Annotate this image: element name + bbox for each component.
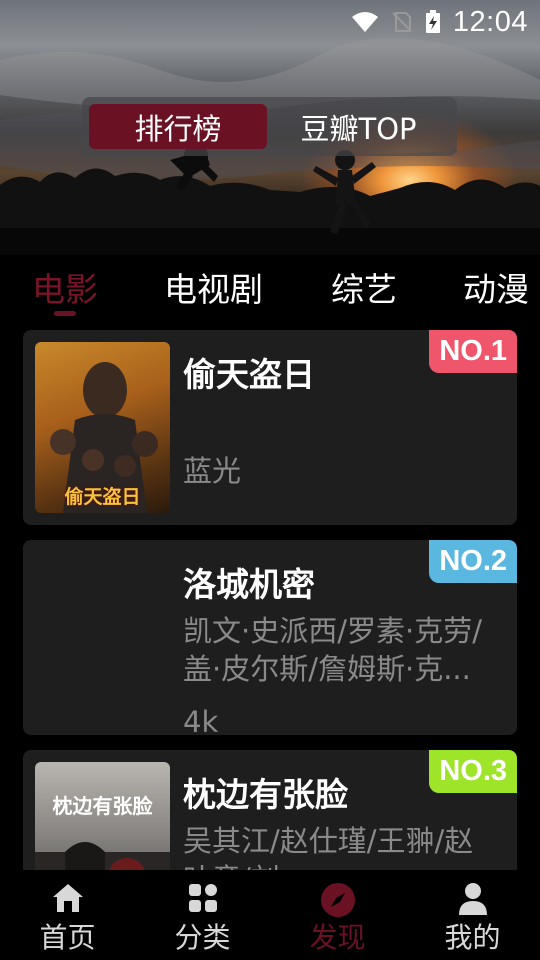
category-tabs: 电影 电视剧 综艺 动漫 (0, 255, 540, 325)
poster-title-text: 枕边有张脸 (52, 794, 153, 818)
segment-ranking[interactable]: 排行榜 (89, 104, 267, 149)
nav-profile[interactable]: 我的 (405, 870, 540, 960)
movie-cast-line-1: 凯文·史派西/罗素·克劳/ (183, 614, 482, 648)
tab-variety[interactable]: 综艺 (331, 263, 397, 311)
rank-badge: NO.1 (429, 330, 517, 373)
bottom-navigation: 首页 分类 发现 我的 (0, 870, 540, 960)
person-icon (458, 883, 487, 915)
ranking-card[interactable]: 枕边有张脸 枕边有张脸 吴其江/赵仕瑾/王翀/赵 叶童/刘... NO.3 (23, 750, 517, 870)
hero-banner: 12:04 排行榜 豆瓣TOP (0, 0, 540, 255)
movie-cast-line-2: 盖·皮尔斯/詹姆斯·克... (183, 652, 471, 686)
poster-image: 枕边有张脸 (35, 762, 170, 870)
status-time: 12:04 (452, 5, 528, 38)
poster-title-text: 偷天盗日 (64, 486, 141, 508)
home-icon (52, 884, 83, 912)
rank-badge: NO.2 (429, 540, 517, 583)
ranking-segmented-control: 排行榜 豆瓣TOP (82, 97, 457, 156)
wifi-icon (351, 12, 378, 32)
tab-movies[interactable]: 电影 (32, 263, 98, 311)
movie-title: 枕边有张脸 (183, 775, 348, 814)
movie-title: 洛城机密 (183, 565, 315, 604)
compass-icon (320, 883, 355, 917)
tab-tv-series[interactable]: 电视剧 (164, 263, 263, 311)
poster-image: 偷天盗日 (35, 342, 170, 513)
ranking-card[interactable]: 洛城机密 凯文·史派西/罗素·克劳/ 盖·皮尔斯/詹姆斯·克... 4k NO.… (23, 540, 517, 735)
no-sim-icon (392, 12, 412, 32)
tab-anime[interactable]: 动漫 (463, 263, 529, 311)
movie-quality: 4k (183, 705, 219, 735)
nav-profile-label: 我的 (444, 921, 501, 954)
nav-home-label: 首页 (39, 921, 96, 954)
nav-discover-label: 发现 (309, 921, 366, 954)
grid-icon (188, 884, 217, 912)
nav-discover[interactable]: 发现 (270, 870, 405, 960)
nav-home[interactable]: 首页 (0, 870, 135, 960)
nav-category[interactable]: 分类 (135, 870, 270, 960)
segment-douban-top[interactable]: 豆瓣TOP (267, 104, 450, 149)
ranking-list: 偷天盗日 偷天盗日 蓝光 NO.1 洛城机密 凯文·史派西/罗素·克劳/ 盖·皮… (0, 330, 540, 870)
movie-title: 偷天盗日 (183, 355, 315, 394)
movie-cast-line-2: 叶童/刘... (183, 860, 513, 870)
movie-quality: 蓝光 (183, 454, 242, 488)
nav-category-label: 分类 (174, 921, 231, 954)
battery-charging-icon (425, 10, 440, 33)
active-tab-indicator (54, 311, 76, 316)
rank-badge: NO.3 (429, 750, 517, 793)
status-bar: 12:04 (0, 0, 540, 44)
ranking-card[interactable]: 偷天盗日 偷天盗日 蓝光 NO.1 (23, 330, 517, 525)
movie-cast-line-1: 吴其江/赵仕瑾/王翀/赵 (183, 824, 474, 858)
